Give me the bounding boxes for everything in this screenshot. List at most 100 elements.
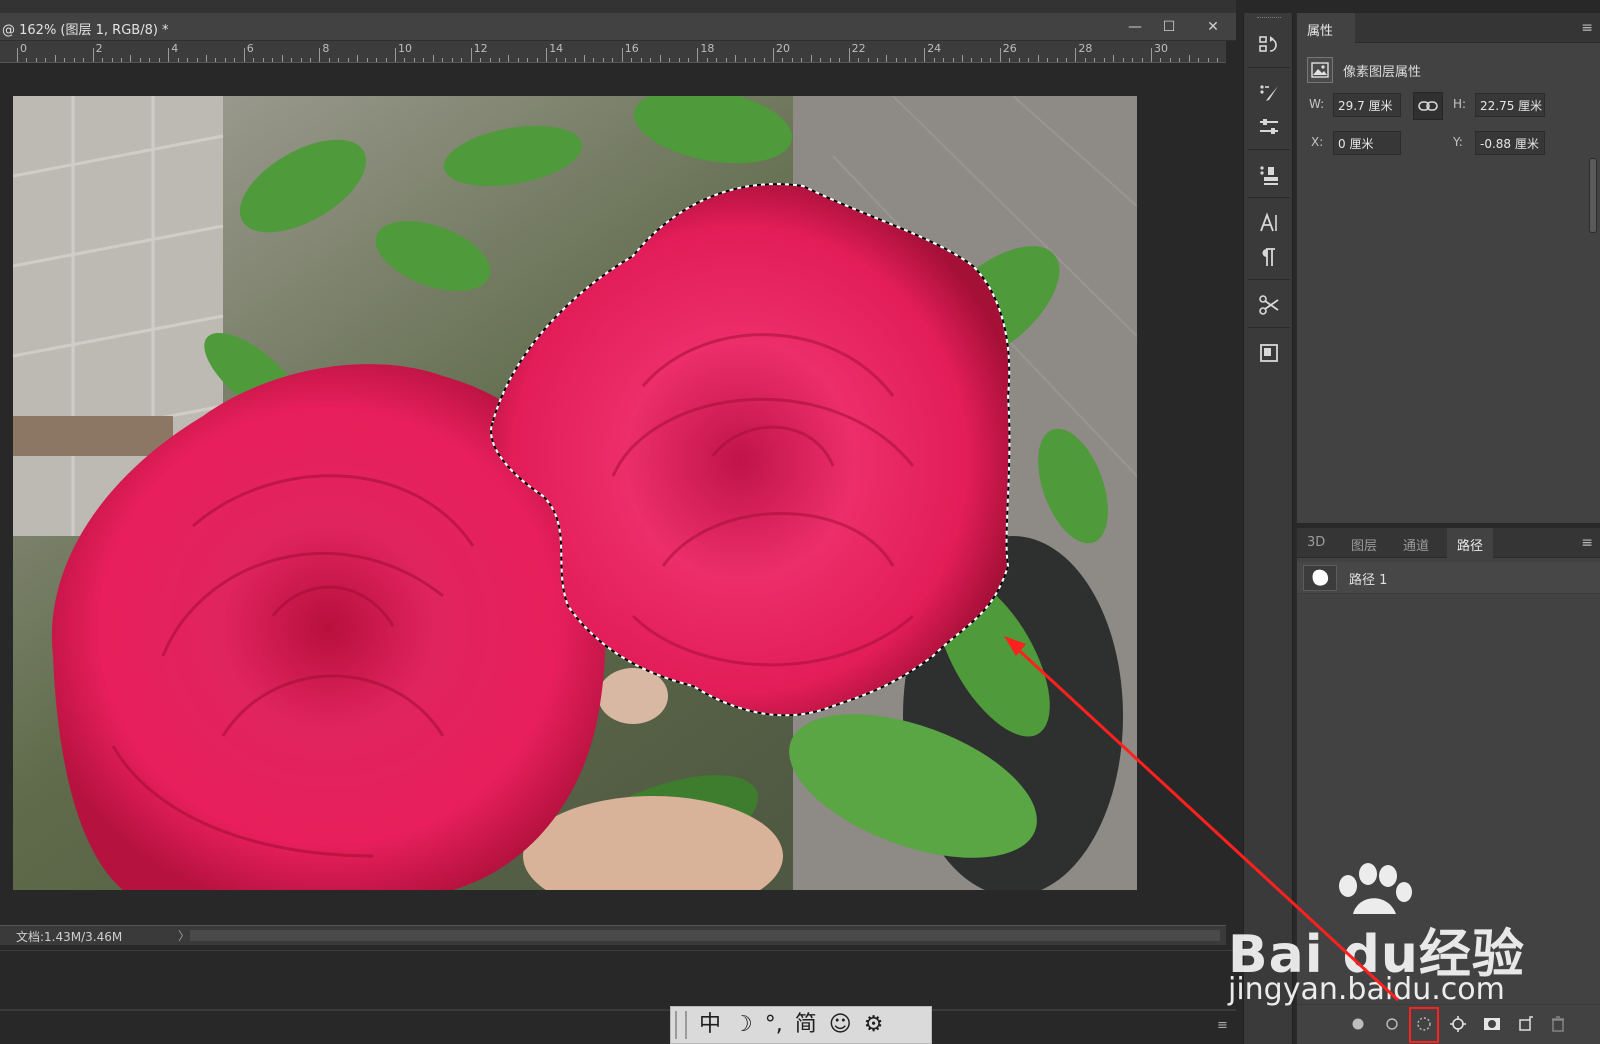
x-field[interactable]: 0 厘米: [1333, 131, 1401, 155]
ime-punctuation[interactable]: °,: [765, 1014, 783, 1036]
tool-presets-icon[interactable]: [1253, 289, 1285, 321]
adjustments-icon[interactable]: [1253, 111, 1285, 143]
fill-path-icon[interactable]: [1347, 1013, 1369, 1035]
properties-scrollbar[interactable]: [1589, 158, 1597, 233]
ruler-minor-tick: [678, 58, 680, 62]
ruler-label: 8: [322, 42, 330, 55]
tab-3d[interactable]: 3D: [1297, 528, 1335, 558]
ruler-minor-tick: [1009, 58, 1011, 62]
panel-menu-icon[interactable]: ≡: [1581, 20, 1593, 36]
brush-preset-icon[interactable]: [1253, 77, 1285, 109]
ruler-minor-tick: [1132, 58, 1134, 62]
ruler-label: 0: [20, 42, 27, 55]
link-dimensions-button[interactable]: [1413, 92, 1443, 120]
ruler-minor-tick: [706, 58, 708, 62]
history-icon[interactable]: [1253, 29, 1285, 61]
ruler-minor-tick: [659, 55, 661, 62]
ruler-minor-tick: [272, 58, 274, 62]
ruler-label: 16: [624, 42, 639, 55]
close-button[interactable]: ✕: [1198, 16, 1228, 38]
horizontal-ruler[interactable]: 0 2 4 6 8 10 12 14 16 18 20 22 24 26 28 30: [0, 41, 1226, 63]
new-path-icon[interactable]: [1515, 1013, 1537, 1035]
clone-source-icon[interactable]: [1253, 159, 1285, 191]
document-size-info[interactable]: 文档:1.43M/3.46M: [16, 928, 122, 945]
properties-panel: 属性 ≡ 像素图层属性 W: 29.7 厘米 H: 22.75 厘米 X: 0 …: [1296, 13, 1600, 523]
tab-channels[interactable]: 通道: [1393, 528, 1439, 558]
tab-properties[interactable]: 属性: [1297, 13, 1355, 43]
ruler-minor-tick: [206, 55, 207, 62]
make-work-path-icon[interactable]: [1447, 1013, 1469, 1035]
ime-simplified[interactable]: 简: [795, 1014, 817, 1036]
ruler-major-tick: [17, 48, 18, 62]
ruler-minor-tick: [716, 58, 718, 62]
horizontal-scrollbar[interactable]: [190, 930, 1220, 941]
ruler-minor-tick: [1169, 58, 1171, 62]
ruler-minor-tick: [565, 58, 567, 62]
ruler-minor-tick: [744, 58, 746, 62]
height-label: H:: [1453, 97, 1467, 111]
panel-menu-icon[interactable]: ≡: [1217, 1018, 1233, 1033]
ruler-minor-tick: [763, 58, 765, 62]
ruler-minor-tick: [149, 58, 151, 62]
ruler-minor-tick: [54, 55, 56, 62]
ruler-minor-tick: [45, 58, 47, 62]
ruler-minor-tick: [867, 58, 869, 62]
ruler-minor-tick: [26, 58, 28, 62]
ime-chinese-mode[interactable]: 中: [699, 1014, 721, 1036]
dock-divider: [0, 1009, 1236, 1011]
height-field[interactable]: 22.75 厘米: [1475, 93, 1545, 117]
ruler-label: 2: [95, 42, 103, 55]
width-field[interactable]: 29.7 厘米: [1333, 93, 1401, 117]
ruler-minor-tick: [508, 55, 510, 62]
minimize-button[interactable]: —: [1120, 16, 1150, 38]
ruler-minor-tick: [574, 58, 576, 62]
ruler-minor-tick: [1113, 55, 1115, 62]
ime-grip[interactable]: [675, 1011, 687, 1039]
status-menu-arrow[interactable]: 〉: [178, 927, 190, 944]
ruler-minor-tick: [602, 58, 604, 62]
ime-toolbar: 中 ☽ °, 简 ☺ ⚙: [670, 1006, 932, 1044]
tab-paths[interactable]: 路径: [1447, 528, 1494, 558]
ruler-minor-tick: [517, 58, 519, 62]
ruler-minor-tick: [782, 58, 784, 62]
strip-grip[interactable]: [1257, 17, 1281, 20]
paths-tabbar: 3D 图层 通道 路径 ≡: [1297, 528, 1600, 558]
ruler-minor-tick: [413, 58, 415, 62]
info-icon[interactable]: [1253, 337, 1285, 369]
moon-icon[interactable]: ☽: [733, 1014, 753, 1036]
ruler-minor-tick: [650, 58, 652, 62]
add-mask-icon[interactable]: [1481, 1013, 1503, 1035]
ruler-minor-tick: [366, 58, 368, 62]
emoji-icon[interactable]: ☺: [829, 1014, 852, 1036]
ruler-minor-tick: [404, 58, 406, 62]
ruler-minor-tick: [810, 55, 812, 62]
tab-layers[interactable]: 图层: [1341, 528, 1387, 558]
ruler-minor-tick: [687, 58, 689, 62]
ruler-minor-tick: [187, 58, 189, 62]
y-field[interactable]: -0.88 厘米: [1475, 131, 1545, 155]
panel-menu-icon[interactable]: ≡: [1581, 535, 1593, 551]
ruler-minor-tick: [829, 58, 831, 62]
path-list-item[interactable]: 路径 1: [1297, 562, 1600, 594]
gear-icon[interactable]: ⚙: [864, 1014, 884, 1036]
delete-path-icon[interactable]: [1547, 1013, 1569, 1035]
canvas-image[interactable]: [13, 96, 1137, 890]
ruler-minor-tick: [1056, 58, 1058, 62]
stroke-path-icon[interactable]: [1381, 1013, 1403, 1035]
ruler-minor-tick: [971, 58, 973, 62]
ruler-label: 30: [1154, 42, 1168, 55]
ruler-minor-tick: [1103, 58, 1105, 62]
ruler-minor-tick: [914, 58, 916, 62]
ruler-minor-tick: [1047, 58, 1049, 62]
ruler-major-tick: [546, 48, 548, 62]
ruler-minor-tick: [1141, 58, 1143, 62]
ruler-minor-tick: [669, 58, 671, 62]
document-tab[interactable]: @ 162% (图层 1, RGB/8) * — ☐ ✕: [0, 13, 1236, 41]
ruler-major-tick: [621, 48, 623, 62]
ruler-minor-tick: [347, 58, 349, 62]
ruler-minor-tick: [962, 55, 963, 62]
paragraph-icon[interactable]: [1253, 241, 1285, 273]
character-icon[interactable]: [1253, 207, 1285, 239]
ruler-minor-tick: [83, 58, 85, 62]
restore-button[interactable]: ☐: [1154, 16, 1184, 38]
